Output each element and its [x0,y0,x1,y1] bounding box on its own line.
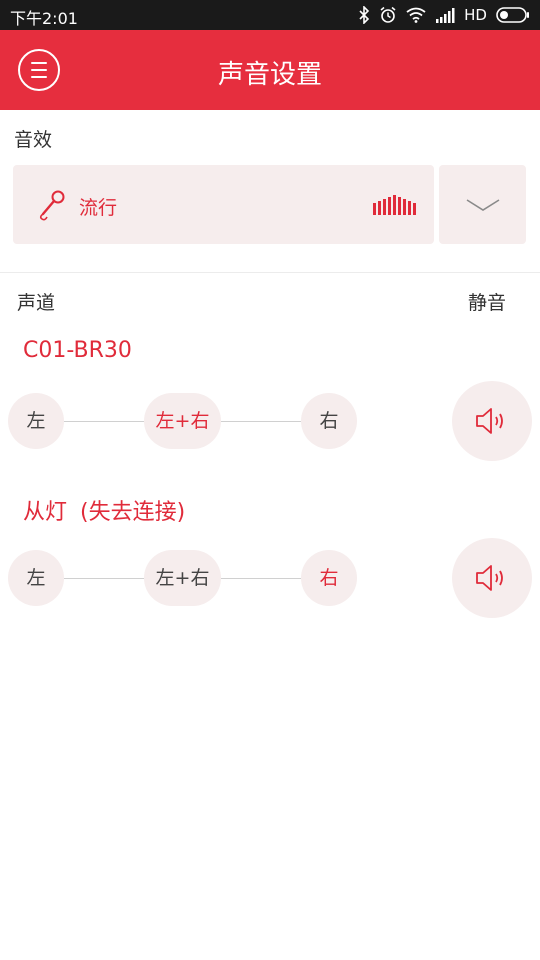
section-divider [0,272,540,273]
channel-right-button[interactable]: 右 [301,393,357,449]
channel-right-button[interactable]: 右 [301,550,357,606]
battery-icon [496,7,529,23]
chevron-down-icon [466,199,500,211]
sound-effect-dropdown-button[interactable] [439,165,526,244]
microphone-icon [39,190,65,221]
network-type: HD [464,6,487,24]
sound-effect-label: 音效 [14,129,53,151]
device-title: 从灯 [23,500,68,525]
speaker-icon [476,565,503,591]
device-name: C01-BR30 [23,338,132,363]
status-time: 下午2:01 [10,9,78,28]
channel-connector [221,421,301,422]
equalizer-icon [373,195,416,215]
sound-effect-value: 流行 [79,197,118,219]
bluetooth-icon [359,6,370,24]
mute-button[interactable] [452,381,532,461]
channel-connector [221,578,301,579]
channel-left-button[interactable]: 左 [8,550,64,606]
device-title: C01-BR30 [23,338,132,363]
channel-connector [64,421,144,422]
wifi-icon [406,7,426,23]
page-title: 声音设置 [217,60,322,90]
channel-connector [64,578,144,579]
sound-effect-select[interactable]: 流行 [13,165,434,244]
mute-label: 静音 [468,292,507,314]
channel-both-button[interactable]: 左+右 [144,393,221,449]
status-bar: 下午2:01 HD [0,0,540,30]
alarm-icon [380,6,396,23]
mute-button[interactable] [452,538,532,618]
channel-label: 声道 [17,292,56,314]
channel-left-button[interactable]: 左 [8,393,64,449]
signal-icon [436,8,455,23]
channel-both-button[interactable]: 左+右 [144,550,221,606]
app-bar: 声音设置 [0,30,540,110]
speaker-icon [476,408,503,434]
device-status: (失去连接) [80,500,186,525]
device-name: 从灯 (失去连接) [23,494,185,526]
